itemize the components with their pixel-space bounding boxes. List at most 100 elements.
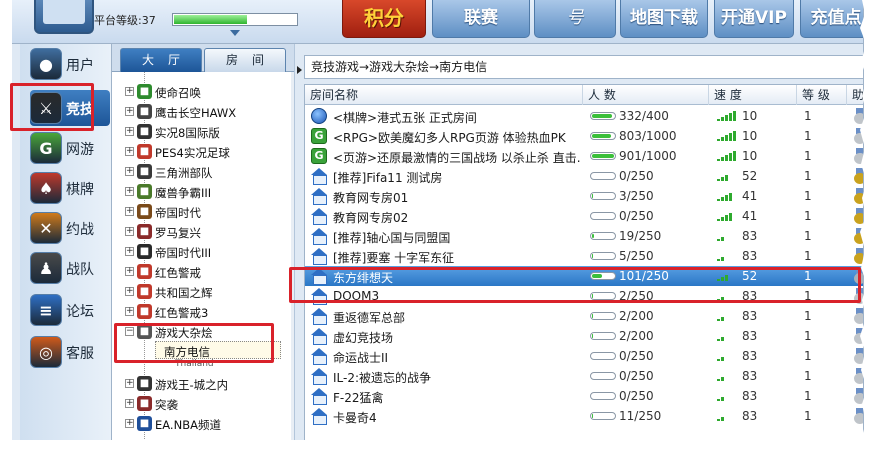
room-count: 332/400: [619, 109, 669, 123]
room-name: F-22猛禽: [333, 391, 384, 405]
table-row[interactable]: 重返德军总部 2/200 83 1: [305, 306, 863, 326]
nav-item-7[interactable]: ◎ 客服: [30, 334, 110, 370]
expand-icon[interactable]: +: [125, 147, 134, 156]
table-row[interactable]: [推荐]要塞 十字军东征 5/250 83 1: [305, 246, 863, 266]
table-row[interactable]: F-22猛禽 0/250 83 1: [305, 386, 863, 406]
tree-item[interactable]: + ■ 鹰击长空HAWX: [112, 102, 293, 122]
table-row[interactable]: 虚幻竞技场 2/200 83 1: [305, 326, 863, 346]
table-row[interactable]: [推荐]Fifa11 测试房 0/250 52 1: [305, 166, 863, 186]
header-level[interactable]: 等 级: [797, 85, 847, 105]
room-name: 命运战士II: [333, 351, 389, 365]
table-row[interactable]: IL-2:被遗忘的战争 0/250 83 1: [305, 366, 863, 386]
expand-icon[interactable]: +: [125, 399, 134, 408]
tree-item[interactable]: + ■ 三角洲部队: [112, 162, 293, 182]
header-room-name[interactable]: 房间名称: [305, 85, 583, 105]
signal-icon: [717, 331, 737, 341]
tree-item[interactable]: + ■ EA.NBA频道: [112, 414, 293, 434]
panel-splitter[interactable]: [294, 44, 304, 444]
table-row[interactable]: G <RPG>欧美魔幻多人RPG页游 体验热血PK 803/1000 10 1: [305, 126, 863, 146]
expand-icon[interactable]: +: [125, 379, 134, 388]
tree-item[interactable]: + ■ PES4实况足球: [112, 142, 293, 162]
expand-icon[interactable]: +: [125, 247, 134, 256]
room-count: 5/250: [619, 249, 654, 263]
tree-item[interactable]: + ■ 游戏王-城之内: [112, 374, 293, 394]
tree-item[interactable]: + ■ 使命召唤: [112, 82, 293, 102]
tree-item[interactable]: + ■ 魔兽争霸III: [112, 182, 293, 202]
table-row[interactable]: 教育网专房01 3/250 41 1: [305, 186, 863, 206]
expand-arrow-icon[interactable]: [230, 30, 240, 36]
nav-item-0[interactable]: ● 用户: [30, 46, 110, 82]
collapse-arrow-icon[interactable]: [297, 66, 302, 74]
room-speed: 83: [742, 309, 758, 323]
tree-item[interactable]: + ■ 罗马复兴: [112, 222, 293, 242]
tab-hall[interactable]: 大厅: [120, 48, 202, 72]
signal-bar: [729, 193, 732, 201]
signal-bar: [729, 153, 732, 161]
tree-item[interactable]: + ■ 红色警戒: [112, 262, 293, 282]
expand-icon[interactable]: +: [125, 87, 134, 96]
signal-bar: [729, 133, 732, 141]
nav-item-4[interactable]: ✕ 约战: [30, 210, 110, 246]
room-speed: 10: [742, 149, 758, 163]
expand-icon[interactable]: +: [125, 227, 134, 236]
table-row[interactable]: <棋牌>港式五张 正式房间 332/400 10 1: [305, 106, 863, 126]
expand-icon[interactable]: +: [125, 287, 134, 296]
torn-edge-right: [858, 0, 879, 461]
tree-item-label: 红色警戒: [155, 266, 201, 280]
expand-icon[interactable]: +: [125, 127, 134, 136]
room-speed: 52: [742, 169, 758, 183]
tree-item[interactable]: + ■ 红色警戒3: [112, 302, 293, 322]
highlight-tree-selection: [114, 323, 274, 363]
expand-icon[interactable]: +: [125, 267, 134, 276]
room-count: 901/1000: [619, 149, 677, 163]
header-speed[interactable]: 速 度: [709, 85, 797, 105]
table-row[interactable]: 教育网专房02 0/250 41 1: [305, 206, 863, 226]
points-button[interactable]: 积分: [342, 0, 426, 38]
nav-item-3[interactable]: ♠ 棋牌: [30, 170, 110, 206]
tree-item-label: 红色警戒3: [155, 306, 209, 320]
league-button[interactable]: 联赛: [432, 0, 530, 38]
room-speed: 41: [742, 209, 758, 223]
recharge-button[interactable]: 充值点: [800, 0, 863, 38]
expand-icon[interactable]: +: [125, 107, 134, 116]
table-row[interactable]: 命运战士II 0/250 83 1: [305, 346, 863, 366]
signal-bar: [721, 237, 724, 241]
tree-item[interactable]: + ■ 实况8国际版: [112, 122, 293, 142]
room-count: 0/250: [619, 369, 654, 383]
nav-item-2[interactable]: G 网游: [30, 130, 110, 166]
room-speed: 41: [742, 189, 758, 203]
pes-icon: ■: [137, 144, 152, 159]
tree-item[interactable]: + ■ 帝国时代: [112, 202, 293, 222]
map-download-button[interactable]: 地图下载: [620, 0, 708, 38]
signal-bar: [717, 179, 720, 181]
nav-item-label: 论坛: [66, 304, 94, 320]
table-row[interactable]: [推荐]轴心国与同盟国 19/250 83 1: [305, 226, 863, 246]
webgame-icon: G: [311, 148, 327, 164]
expand-icon[interactable]: +: [125, 167, 134, 176]
avatar[interactable]: [34, 0, 94, 34]
house-icon: [311, 328, 327, 345]
signal-bar: [717, 159, 720, 161]
tree-tabs: 大厅 房间: [112, 44, 294, 72]
signal-bar: [725, 215, 728, 221]
tree-item[interactable]: + ■ 共和国之辉: [112, 282, 293, 302]
expand-icon[interactable]: +: [125, 307, 134, 316]
open-vip-button[interactable]: 开通VIP: [714, 0, 794, 38]
occupancy-fill: [592, 114, 612, 118]
signal-icon: [717, 151, 737, 161]
expand-icon[interactable]: +: [125, 187, 134, 196]
nav-item-5[interactable]: ♟ 战队: [30, 250, 110, 286]
expand-icon[interactable]: +: [125, 419, 134, 428]
tree-item[interactable]: + ■ 帝国时代III: [112, 242, 293, 262]
table-row[interactable]: G <页游>还原最激情的三国战场 以杀止杀 直击... 901/1000 10 1: [305, 146, 863, 166]
table-row[interactable]: 卡曼奇4 11/250 83 1: [305, 406, 863, 426]
signal-icon: [717, 171, 737, 181]
nav-item-6[interactable]: ≡ 论坛: [30, 292, 110, 328]
expand-icon[interactable]: +: [125, 207, 134, 216]
signal-icon: [717, 391, 737, 401]
number-button[interactable]: 号: [534, 0, 616, 38]
room-count: 3/250: [619, 189, 654, 203]
tab-rooms[interactable]: 房间: [204, 48, 286, 72]
tree-item[interactable]: + ■ 突袭: [112, 394, 293, 414]
header-count[interactable]: 人 数: [583, 85, 709, 105]
